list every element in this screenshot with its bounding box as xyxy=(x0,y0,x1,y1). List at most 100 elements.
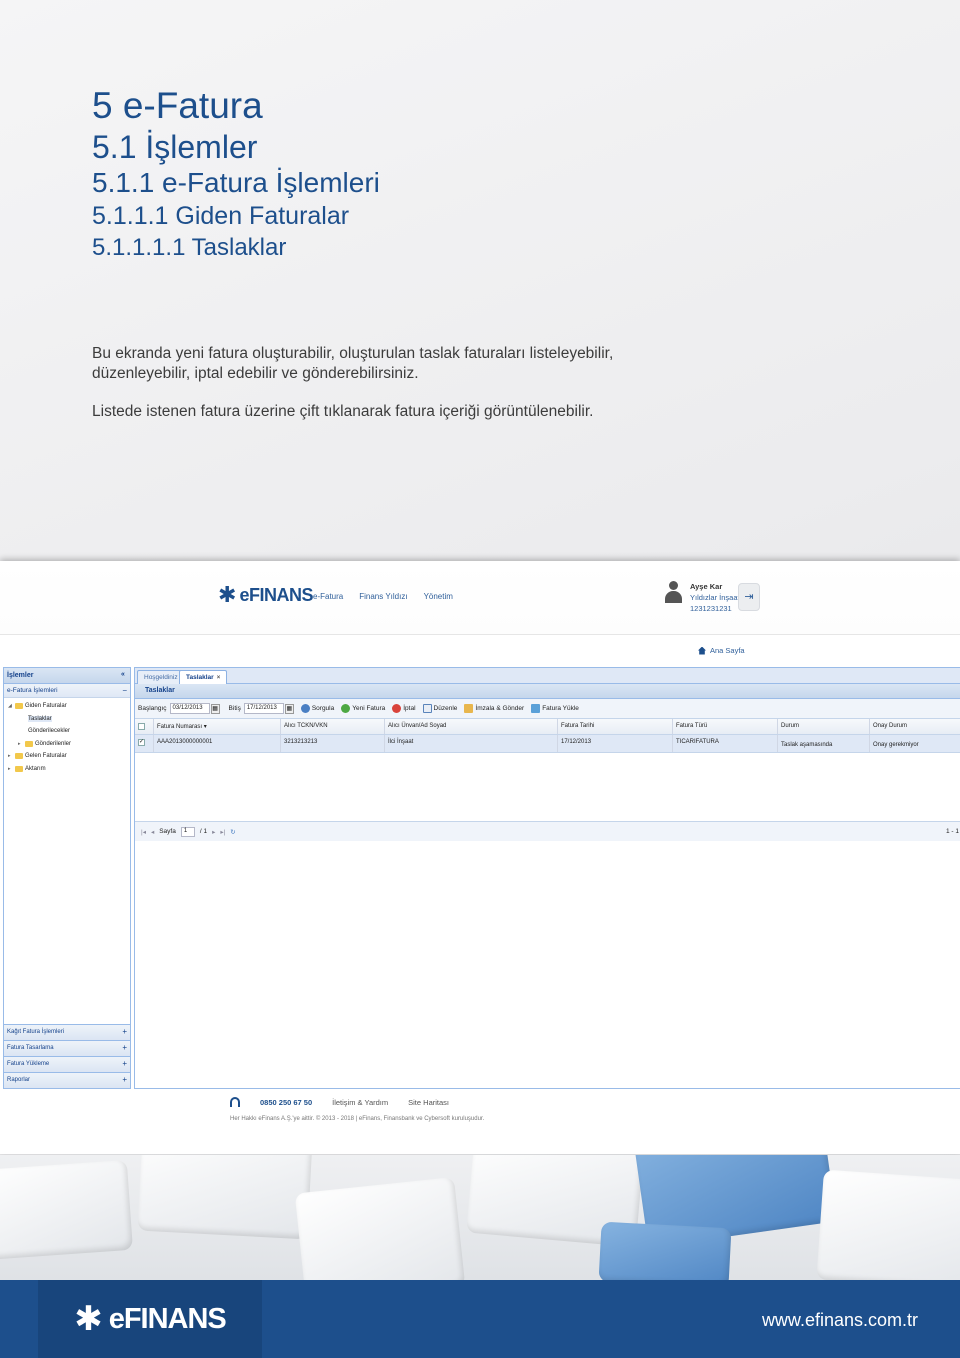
accordion-fatura-yukleme[interactable]: Fatura Yükleme + xyxy=(4,1056,130,1072)
column-alici-tckn[interactable]: Alıcı TCKN/VKN xyxy=(280,719,384,734)
copyright: Her Hakkı eFinans A.Ş.'ye aittir. © 2013… xyxy=(230,1116,485,1122)
folder-open-icon xyxy=(15,703,23,710)
logout-button[interactable]: ⇥ xyxy=(738,583,760,611)
expanded-arrow-icon[interactable]: ◢ xyxy=(8,703,13,709)
select-all-checkbox[interactable] xyxy=(138,723,145,730)
plus-icon[interactable]: + xyxy=(122,1027,127,1036)
app-logo-text: eFINANS xyxy=(239,584,313,605)
accordion-fatura-tasarlama[interactable]: Fatura Tasarlama + xyxy=(4,1040,130,1056)
button-label: İptal xyxy=(403,705,416,712)
start-date-input[interactable]: 03/12/2013 xyxy=(169,703,210,714)
description-paragraph-2: Listede istenen fatura üzerine çift tıkl… xyxy=(92,403,594,420)
cell-fatura-turu: TICARIFATURA xyxy=(672,735,777,752)
left-panel: İşlemler « e-Fatura İşlemleri − ◢ Giden … xyxy=(3,667,131,1089)
accordion-kagit-fatura[interactable]: Kağıt Fatura İşlemleri + xyxy=(4,1024,130,1040)
tree-item-gonderilecekler[interactable]: Gönderilecekler xyxy=(6,725,128,738)
efinans-star-icon: ✱ xyxy=(74,1300,103,1338)
puzzle-piece-blue xyxy=(598,1221,732,1280)
paging-info: 1 - 1 xyxy=(945,828,959,835)
tree-item-aktarim[interactable]: ▸ Aktarım xyxy=(6,763,128,776)
home-link-label: Ana Sayfa xyxy=(710,646,745,655)
plus-icon[interactable]: + xyxy=(122,1059,127,1068)
column-durum[interactable]: Durum xyxy=(777,719,869,734)
page-input[interactable]: 1 xyxy=(180,826,195,837)
close-tab-icon[interactable]: × xyxy=(217,675,221,681)
minus-icon[interactable]: − xyxy=(122,686,127,695)
accordion-label: e-Fatura İşlemleri xyxy=(7,687,58,694)
bottom-logo-text: eFINANS xyxy=(108,1302,227,1335)
calendar-icon[interactable]: ▦ xyxy=(284,703,294,714)
app-footer: 0850 250 67 50 İletişim & Yardım Site Ha… xyxy=(0,1089,960,1154)
last-page-icon[interactable]: ▸| xyxy=(220,828,225,836)
description-paragraph-1: Bu ekranda yeni fatura oluşturabilir, ol… xyxy=(92,345,614,382)
accordion-efatura-islemleri[interactable]: e-Fatura İşlemleri − xyxy=(4,684,130,698)
plus-icon[interactable]: + xyxy=(122,1043,127,1052)
column-fatura-turu[interactable]: Fatura Türü xyxy=(672,719,777,734)
select-all-cell[interactable] xyxy=(135,719,153,734)
next-page-icon[interactable]: ▸ xyxy=(212,828,215,836)
first-page-icon[interactable]: |◂ xyxy=(141,828,146,836)
description: Bu ekranda yeni fatura oluşturabilir, ol… xyxy=(92,344,692,422)
refresh-icon[interactable]: ↻ xyxy=(230,828,235,836)
column-onay-durum[interactable]: Onay Durum xyxy=(869,719,960,734)
left-panel-header: İşlemler « xyxy=(4,668,130,684)
accordion-raporlar[interactable]: Raporlar + xyxy=(4,1072,130,1088)
heading-level-1: 5 e-Fatura xyxy=(92,85,263,126)
page-count: / 1 xyxy=(199,828,208,835)
calendar-icon[interactable]: ▦ xyxy=(210,703,220,714)
tab-taslaklar[interactable]: Taslaklar × xyxy=(179,670,228,684)
tab-hosgeldiniz[interactable]: Hoşgeldiniz xyxy=(137,670,185,684)
efinans-star-icon: ✱ xyxy=(218,582,237,607)
footer-link-site-haritasi[interactable]: Site Haritası xyxy=(408,1098,449,1107)
main-panel: Hoşgeldiniz Taslaklar × Taslaklar Başlang… xyxy=(134,667,960,1089)
row-select-cell[interactable]: ✓ xyxy=(135,735,153,752)
tree-item-giden-faturalar[interactable]: ◢ Giden Faturalar xyxy=(6,700,128,713)
column-fatura-tarihi[interactable]: Fatura Tarihi xyxy=(557,719,672,734)
iptal-button[interactable]: İptal xyxy=(392,704,416,713)
tab-bar: Hoşgeldiniz Taslaklar × xyxy=(135,668,960,684)
tree-item-gonderilenler[interactable]: ▸ Gönderilenler xyxy=(6,738,128,751)
user-info: Ayşe Kar Yıldızlar İnşaat 1231231231 xyxy=(664,581,740,614)
footer-link-iletisim[interactable]: İletişim & Yardım xyxy=(332,1098,388,1107)
edit-icon xyxy=(422,704,432,713)
tree-item-gelen-faturalar[interactable]: ▸ Gelen Faturalar xyxy=(6,750,128,763)
collapse-panel-icon[interactable]: « xyxy=(118,670,128,680)
column-fatura-numarasi[interactable]: Fatura Numarası ▾ xyxy=(153,719,280,734)
accordion-collapsed-list: Kağıt Fatura İşlemleri + Fatura Tasarlama… xyxy=(4,1024,130,1088)
heading-level-3: 5.1.1 e-Fatura İşlemleri xyxy=(92,167,380,198)
sign-icon xyxy=(464,704,474,713)
duzenle-button[interactable]: Düzenle xyxy=(422,704,457,713)
cell-onay-durum: Onay gerekmiyor xyxy=(869,735,960,752)
column-alici-unvan[interactable]: Alıcı Ünvan/Ad Soyad xyxy=(384,719,557,734)
plus-icon[interactable]: + xyxy=(122,1075,127,1084)
prev-page-icon[interactable]: ◂ xyxy=(151,828,154,836)
home-bar: Ana Sayfa xyxy=(0,643,960,663)
nav-efatura[interactable]: e-Fatura xyxy=(313,592,343,601)
yeni-fatura-button[interactable]: Yeni Fatura xyxy=(341,704,385,713)
add-icon xyxy=(341,704,351,713)
user-name: Ayşe Kar xyxy=(690,582,723,591)
collapsed-arrow-icon[interactable]: ▸ xyxy=(8,753,13,759)
end-date-input[interactable]: 17/12/2013 xyxy=(243,703,284,714)
website-url[interactable]: www.efinans.com.tr xyxy=(762,1310,918,1331)
tree-label: Giden Faturalar xyxy=(25,703,67,710)
collapsed-arrow-icon[interactable]: ▸ xyxy=(18,741,23,747)
nav-yonetim[interactable]: Yönetim xyxy=(424,592,453,601)
grid-header: Fatura Numarası ▾ Alıcı TCKN/VKN Alıcı Ü… xyxy=(135,719,960,735)
tree-item-taslaklar[interactable]: Taslaklar xyxy=(6,713,128,726)
fatura-yukle-button[interactable]: Fatura Yükle xyxy=(531,704,579,713)
table-row[interactable]: ✓ AAA2013000000001 3213213213 İlci İnşaa… xyxy=(135,735,960,753)
cell-alici-tckn: 3213213213 xyxy=(280,735,384,752)
nav-finans-yildizi[interactable]: Finans Yıldızı xyxy=(359,592,407,601)
row-checkbox[interactable]: ✓ xyxy=(138,739,145,746)
app-logo[interactable]: ✱ eFINANS xyxy=(218,584,313,606)
top-nav: e-Fatura Finans Yıldızı Yönetim xyxy=(313,592,453,601)
home-link[interactable]: Ana Sayfa xyxy=(698,646,745,655)
grid-empty-area xyxy=(135,753,960,821)
sorgula-button[interactable]: Sorgula xyxy=(300,704,334,713)
folder-icon xyxy=(15,753,23,760)
imzala-gonder-button[interactable]: İmzala & Gönder xyxy=(464,704,524,713)
collapsed-arrow-icon[interactable]: ▸ xyxy=(8,766,13,772)
button-label: Yeni Fatura xyxy=(352,705,386,712)
support-phone: 0850 250 67 50 xyxy=(260,1097,313,1107)
